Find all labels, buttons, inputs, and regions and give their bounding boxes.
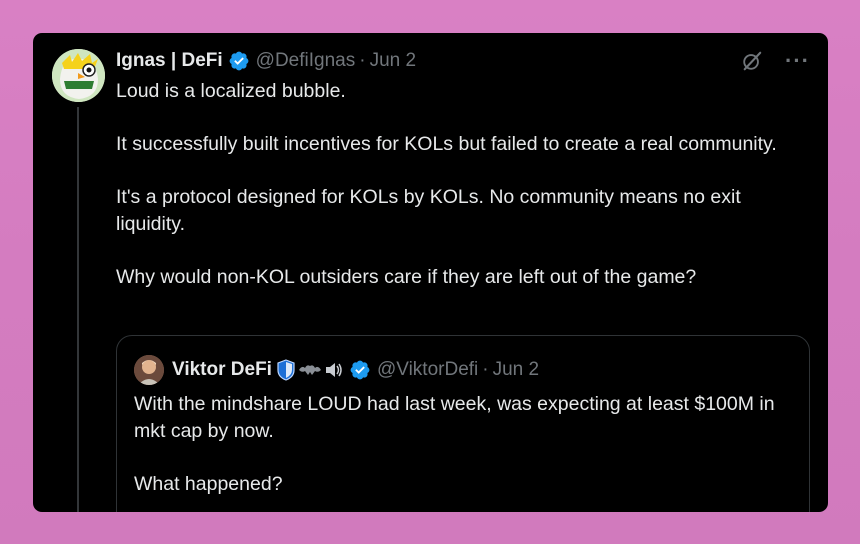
tweet-card: Ignas | DeFi @DefiIgnas · Jun 2 ··· Loud… bbox=[33, 33, 828, 512]
bat-icon bbox=[298, 365, 321, 375]
tweet-paragraph: Why would non-KOL outsiders care if they… bbox=[116, 266, 697, 288]
more-icon[interactable]: ··· bbox=[785, 50, 810, 72]
shield-icon bbox=[277, 359, 295, 381]
tweet-actions: ··· bbox=[741, 50, 810, 72]
author-avatar[interactable] bbox=[52, 49, 105, 102]
quoted-tweet-date: Jun 2 bbox=[492, 359, 540, 380]
verified-badge-icon bbox=[350, 360, 370, 380]
header-separator: · bbox=[359, 50, 366, 71]
tweet-body: Loud is a localized bubble. It successfu… bbox=[116, 78, 806, 317]
author-name[interactable]: Ignas | DeFi bbox=[116, 50, 223, 72]
thread-line bbox=[77, 107, 79, 512]
author-handle[interactable]: @DefiIgnas bbox=[256, 50, 356, 72]
quoted-tweet-header: Viktor DeFi @ViktorDefi · Jun 2 bbox=[134, 355, 539, 385]
quoted-paragraph: With the mindshare LOUD had last week, w… bbox=[134, 393, 775, 442]
quoted-tweet-body: With the mindshare LOUD had last week, w… bbox=[134, 391, 799, 512]
verified-badge-icon bbox=[229, 51, 249, 71]
quoted-paragraph: What happened? bbox=[134, 473, 283, 495]
tweet-paragraph: It's a protocol designed for KOLs by KOL… bbox=[116, 186, 741, 235]
tweet-paragraph: Loud is a localized bubble. bbox=[116, 80, 346, 102]
tweet-header: Ignas | DeFi @DefiIgnas · Jun 2 bbox=[116, 47, 416, 75]
quoted-tweet[interactable]: Viktor DeFi @ViktorDefi · Jun 2 With the… bbox=[116, 335, 810, 512]
quoted-author-name: Viktor DeFi bbox=[172, 359, 272, 380]
quoted-author-avatar bbox=[134, 355, 164, 385]
speaker-icon bbox=[325, 363, 342, 377]
tweet-paragraph: It successfully built incentives for KOL… bbox=[116, 133, 777, 155]
quoted-author-handle: @ViktorDefi bbox=[376, 359, 479, 380]
grok-icon[interactable] bbox=[741, 50, 763, 72]
quoted-header-separator: · bbox=[482, 359, 489, 380]
quoted-name-emojis bbox=[276, 359, 344, 381]
tweet-date[interactable]: Jun 2 bbox=[370, 50, 416, 72]
